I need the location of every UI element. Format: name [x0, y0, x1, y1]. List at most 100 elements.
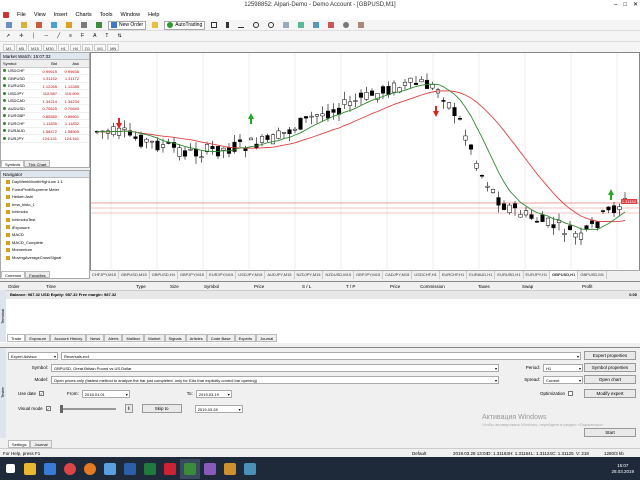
col-size[interactable]: Size	[170, 282, 204, 290]
tab-market[interactable]: Market	[144, 334, 165, 342]
market-watch-row[interactable]: EURJPY 124.141 124.161	[1, 135, 89, 143]
periods-button[interactable]	[340, 21, 352, 30]
chart-tab[interactable]: GBPUSD,H1	[550, 271, 579, 279]
trendline-tool[interactable]: ╱	[54, 32, 63, 41]
text-tool[interactable]: A	[90, 32, 99, 41]
taskbar-word[interactable]	[120, 459, 140, 479]
symbol-select[interactable]: GBPUSD, Great Britain Pound vs US Dollar…	[51, 363, 499, 372]
visual-mode-checkbox[interactable]: ✓	[45, 406, 51, 411]
menu-insert[interactable]: Insert	[54, 12, 68, 18]
crosshair-tool[interactable]: ✛	[16, 32, 26, 41]
tab-experts[interactable]: Experts	[234, 334, 257, 342]
open-chart-button[interactable]: Open chart	[584, 375, 636, 384]
col-price[interactable]: Price	[254, 282, 302, 290]
timeframe-m5[interactable]: M5	[15, 43, 28, 51]
navigator-item[interactable]: MACD_Complete	[1, 239, 89, 247]
col-swap[interactable]: Swap	[522, 282, 582, 290]
fibonacci-tool[interactable]: F	[78, 32, 87, 41]
col-sl[interactable]: S / L	[302, 282, 346, 290]
chart-tab[interactable]: CADJPY,M15	[383, 271, 413, 279]
horizontal-line-tool[interactable]: ─	[42, 32, 52, 41]
taskbar-excel[interactable]	[140, 459, 160, 479]
new-order-button[interactable]: New Order	[108, 20, 147, 30]
slider-handle[interactable]	[59, 404, 63, 413]
optimization-checkbox[interactable]	[568, 391, 574, 396]
spread-select[interactable]: Current ▾	[543, 375, 583, 384]
taskbar-explorer[interactable]	[20, 459, 40, 479]
tab-articles[interactable]: Articles	[185, 334, 207, 342]
navigator-item[interactable]: Heiken Ashi	[1, 193, 89, 201]
terminal-toggle[interactable]	[78, 21, 90, 30]
col-tp[interactable]: T / P	[346, 282, 390, 290]
taskbar-app2[interactable]	[200, 459, 220, 479]
chart-tab[interactable]: USDCHF,H1	[412, 271, 440, 279]
start-menu-button[interactable]	[0, 459, 20, 479]
metaeditor-button[interactable]	[149, 21, 161, 30]
pause-button[interactable]: ‖	[124, 404, 133, 413]
period-select[interactable]: H1 ▾	[543, 363, 583, 372]
tester-type-select[interactable]: Expert Advisor ▾	[8, 351, 58, 360]
menu-window[interactable]: Window	[121, 12, 141, 18]
chart-tab[interactable]: GBPUSD,M15	[119, 271, 150, 279]
balance-row[interactable]: Balance: 987.32 USD Equity: 987.32 Free …	[0, 291, 640, 299]
navigator-item[interactable]: ForexProfitSupreme Meter	[1, 186, 89, 194]
menu-help[interactable]: Help	[148, 12, 159, 18]
bar-chart-button[interactable]	[208, 21, 220, 30]
zoom-in-button[interactable]	[250, 21, 262, 30]
timeframe-m15[interactable]: M15	[28, 43, 42, 51]
autotrading-button[interactable]: AutoTrading	[164, 20, 206, 30]
indicators-button[interactable]	[325, 21, 337, 30]
navigator-item[interactable]: hma_histo_1	[1, 201, 89, 209]
timeframe-h4[interactable]: H4	[69, 43, 81, 51]
arrows-tool[interactable]: ⇅	[114, 32, 124, 41]
navigator-item[interactable]: Ichimoku	[1, 208, 89, 216]
tab-mailbox[interactable]: Mailbox	[122, 334, 145, 342]
taskbar-app4[interactable]	[240, 459, 260, 479]
chart-tab[interactable]: EURUSD,H1	[495, 271, 524, 279]
tab-account-history[interactable]: Account History	[50, 334, 87, 342]
col-taxes[interactable]: Taxes	[478, 282, 522, 290]
timeframe-m30[interactable]: M30	[42, 43, 57, 51]
timeframe-m1[interactable]: M1	[3, 43, 15, 51]
skip-to-button[interactable]: Skip to	[141, 404, 182, 413]
taskbar-app3[interactable]	[220, 459, 240, 479]
taskbar-clock[interactable]: 15:07 28.03.2019	[611, 463, 634, 475]
timeframe-mn[interactable]: MN	[107, 43, 120, 51]
col-profit[interactable]: Profit	[582, 282, 602, 290]
navigator-item[interactable]: IchimokuTest	[1, 216, 89, 224]
tab-common[interactable]: Common	[1, 271, 26, 278]
new-chart-button[interactable]	[3, 21, 15, 30]
col-symbol[interactable]: Symbol	[204, 282, 254, 290]
chart-tab[interactable]: EURAUD,H1	[467, 271, 496, 279]
chart-tab[interactable]: EURCHF,H1	[440, 271, 468, 279]
autoscroll-button[interactable]	[295, 21, 307, 30]
tab-favorites[interactable]: Favorites	[25, 271, 50, 278]
navigator-item[interactable]: MACD	[1, 231, 89, 239]
taskbar-chrome[interactable]	[60, 459, 80, 479]
chart-tab[interactable]: CHFJPY,M15	[90, 271, 119, 279]
templates-button[interactable]	[355, 21, 367, 30]
data-window-toggle[interactable]	[48, 21, 60, 30]
close-button[interactable]: ✕	[633, 0, 638, 10]
navigator-item[interactable]: iExposure	[1, 224, 89, 232]
cursor-tool[interactable]: ➚	[3, 32, 13, 41]
expert-properties-button[interactable]: Expert properties	[584, 351, 636, 360]
menu-tools[interactable]: Tools	[100, 12, 113, 18]
col-type[interactable]: Type	[136, 282, 170, 290]
taskbar-paint[interactable]	[160, 459, 180, 479]
chart-tab[interactable]: GBPJPY,M15	[178, 271, 208, 279]
tile-windows-button[interactable]	[280, 21, 292, 30]
column-ask[interactable]: Ask	[57, 60, 79, 67]
channel-tool[interactable]: ≡	[66, 32, 75, 41]
column-symbol[interactable]: Symbol	[1, 60, 35, 67]
navigator-toggle[interactable]	[63, 21, 75, 30]
taskbar-terminal-app[interactable]	[180, 458, 200, 479]
line-chart-button[interactable]	[235, 21, 247, 30]
tab-code-base[interactable]: Code Base	[206, 334, 235, 342]
tab-journal[interactable]: Journal	[256, 334, 278, 342]
tab-signals[interactable]: Signals	[164, 334, 186, 342]
profiles-button[interactable]	[18, 21, 30, 30]
tab-trade[interactable]: Trade	[7, 334, 26, 342]
chart-tab[interactable]: GBPUSD,M1	[578, 271, 607, 279]
timeframe-w1[interactable]: W1	[94, 43, 107, 51]
